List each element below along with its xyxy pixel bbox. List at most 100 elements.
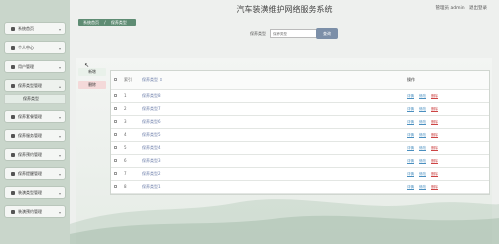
row-ops: 详情 修改 删除 xyxy=(404,167,489,181)
table-row: 8 保养类型1 详情 修改 删除 xyxy=(111,180,489,194)
delete-row-button[interactable]: 删除 xyxy=(431,145,438,151)
row-ops: 详情 修改 删除 xyxy=(404,89,489,103)
row-index: 8 xyxy=(121,180,139,194)
user-role: 管理员 admin xyxy=(435,6,465,11)
row-ops: 详情 修改 删除 xyxy=(404,115,489,129)
sidebar-item-9[interactable]: 装潢预约管理 ▾ xyxy=(4,205,66,218)
row-name: 保养类型1 xyxy=(139,180,404,194)
search-button[interactable]: 查询 xyxy=(316,28,338,39)
grid-icon xyxy=(11,114,15,119)
row-ops: 详情 修改 删除 xyxy=(404,180,489,194)
row-name: 保养类型5 xyxy=(139,128,404,142)
row-ops: 详情 修改 删除 xyxy=(404,141,489,155)
delete-row-button[interactable]: 删除 xyxy=(431,171,438,177)
sidebar-item-5[interactable]: 保养服务管理 ▾ xyxy=(4,129,66,142)
row-index: 2 xyxy=(121,102,139,116)
sidebar-item-label: 用户管理 xyxy=(18,63,34,69)
edit-button[interactable]: 修改 xyxy=(419,158,426,164)
chevron-down-icon: ▾ xyxy=(58,65,61,70)
sidebar-item-label: 保养预约管理 xyxy=(18,151,42,157)
header-ops: 操作 xyxy=(404,71,489,90)
sidebar: 系统首页 ▾ 个人中心 ▾ 用户管理 ▾ 保养类型管理 ▴ 保养类型 保养套餐管理 ▾ 保养服务管理 ▾… xyxy=(0,0,70,244)
edit-button[interactable]: 修改 xyxy=(419,119,426,125)
person-icon xyxy=(11,45,15,50)
detail-button[interactable]: 详情 xyxy=(407,145,414,151)
sidebar-item-7[interactable]: 保养提醒管理 ▾ xyxy=(4,167,66,180)
delete-row-button[interactable]: 删除 xyxy=(431,184,438,190)
detail-button[interactable]: 详情 xyxy=(407,119,414,125)
chevron-down-icon: ▾ xyxy=(58,46,61,51)
header-name[interactable]: 保养类型 ⇕ xyxy=(139,71,404,90)
row-name: 保养类型4 xyxy=(139,141,404,155)
sidebar-item-3[interactable]: 保养类型管理 ▴ xyxy=(4,79,66,92)
edit-button[interactable]: 修改 xyxy=(419,93,426,99)
chevron-down-icon: ▾ xyxy=(58,27,61,32)
row-index: 1 xyxy=(121,89,139,103)
row-ops: 详情 修改 删除 xyxy=(404,102,489,116)
delete-row-button[interactable]: 删除 xyxy=(431,106,438,112)
sidebar-item-label: 保养类型管理 xyxy=(18,82,42,88)
doc-icon xyxy=(11,171,15,176)
delete-row-button[interactable]: 删除 xyxy=(431,158,438,164)
sidebar-subitem-active[interactable]: 保养类型 xyxy=(4,94,66,104)
row-index: 5 xyxy=(121,141,139,155)
row-checkbox[interactable] xyxy=(111,154,121,168)
row-index: 3 xyxy=(121,115,139,129)
detail-button[interactable]: 详情 xyxy=(407,158,414,164)
delete-row-button[interactable]: 删除 xyxy=(431,93,438,99)
detail-button[interactable]: 详情 xyxy=(407,106,414,112)
row-checkbox[interactable] xyxy=(111,128,121,142)
action-buttons: 新增 删除 xyxy=(78,68,106,94)
sort-icon[interactable]: ⇕ xyxy=(159,77,162,82)
sidebar-item-8[interactable]: 装潢类型管理 ▾ xyxy=(4,186,66,199)
delete-row-button[interactable]: 删除 xyxy=(431,119,438,125)
chevron-up-icon: ▴ xyxy=(58,84,61,89)
edit-button[interactable]: 修改 xyxy=(419,132,426,138)
sidebar-item-label: 个人中心 xyxy=(18,44,34,50)
delete-button[interactable]: 删除 xyxy=(78,81,106,89)
breadcrumb-home[interactable]: 系统首页 xyxy=(83,20,99,25)
row-ops: 详情 修改 删除 xyxy=(404,128,489,142)
row-checkbox[interactable] xyxy=(111,141,121,155)
table-row: 5 保养类型4 详情 修改 删除 xyxy=(111,141,489,155)
chevron-down-icon: ▾ xyxy=(58,153,61,158)
sidebar-item-label: 保养提醒管理 xyxy=(18,170,42,176)
select-all-checkbox[interactable] xyxy=(111,71,121,90)
breadcrumb-bar: 系统首页 / 保养类型 xyxy=(70,18,499,27)
edit-button[interactable]: 修改 xyxy=(419,106,426,112)
chevron-down-icon: ▾ xyxy=(58,115,61,120)
breadcrumb-separator: / xyxy=(104,20,106,25)
table-row: 7 保养类型2 详情 修改 删除 xyxy=(111,167,489,181)
detail-button[interactable]: 详情 xyxy=(407,171,414,177)
sidebar-item-6[interactable]: 保养预约管理 ▾ xyxy=(4,148,66,161)
edit-button[interactable]: 修改 xyxy=(419,171,426,177)
row-checkbox[interactable] xyxy=(111,167,121,181)
grid-icon xyxy=(11,83,15,88)
sidebar-item-1[interactable]: 个人中心 ▾ xyxy=(4,41,66,54)
row-checkbox[interactable] xyxy=(111,115,121,129)
detail-button[interactable]: 详情 xyxy=(407,93,414,99)
row-checkbox[interactable] xyxy=(111,180,121,194)
edit-button[interactable]: 修改 xyxy=(419,145,426,151)
search-input[interactable] xyxy=(270,29,318,38)
edit-button[interactable]: 修改 xyxy=(419,184,426,190)
detail-button[interactable]: 详情 xyxy=(407,184,414,190)
delete-row-button[interactable]: 删除 xyxy=(431,132,438,138)
row-checkbox[interactable] xyxy=(111,89,121,103)
add-button[interactable]: 新增 xyxy=(78,68,106,76)
sidebar-item-label: 装潢预约管理 xyxy=(18,208,42,214)
data-table: 索引 保养类型 ⇕ 操作 1 保养类型8 详情 修改 删除 2 保养类型7 详情 修改 删除 3 保养… xyxy=(110,70,490,195)
grid-icon xyxy=(11,190,15,195)
detail-button[interactable]: 详情 xyxy=(407,132,414,138)
sidebar-item-4[interactable]: 保养套餐管理 ▾ xyxy=(4,110,66,123)
search-label: 保养类型 xyxy=(250,31,266,36)
row-checkbox[interactable] xyxy=(111,102,121,116)
chevron-down-icon: ▾ xyxy=(58,210,61,215)
sidebar-item-0[interactable]: 系统首页 ▾ xyxy=(4,22,66,35)
sidebar-item-2[interactable]: 用户管理 ▾ xyxy=(4,60,66,73)
table-header-row: 索引 保养类型 ⇕ 操作 xyxy=(111,71,489,90)
table-row: 3 保养类型6 详情 修改 删除 xyxy=(111,115,489,129)
doc-icon xyxy=(11,133,15,138)
logout-link[interactable]: 退出登录 xyxy=(469,6,487,11)
sidebar-item-label: 保养服务管理 xyxy=(18,132,42,138)
